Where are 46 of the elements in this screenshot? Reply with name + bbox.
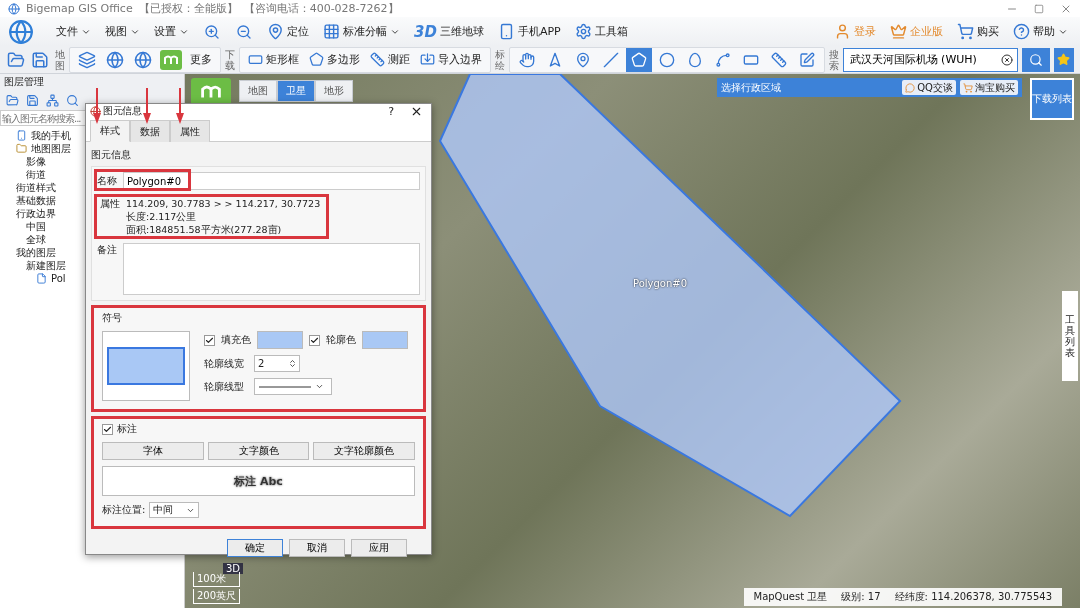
field-label: 轮廓线型: [204, 379, 245, 394]
field-label: 标注位置:: [102, 503, 146, 517]
section-title: 图元信息: [91, 148, 132, 162]
field-label: 属性: [100, 197, 121, 211]
checkbox-label: 填充色: [221, 333, 251, 347]
checkbox-label: 轮廓色: [326, 333, 356, 347]
polygon-label: Polygon#0: [633, 278, 688, 289]
field-label: 名称: [97, 174, 118, 188]
group-title: 标注: [117, 422, 137, 436]
button-label: 标准分幅: [343, 24, 387, 39]
tool-label: 矩形框: [265, 52, 299, 67]
group-label: 地图: [54, 48, 65, 71]
field-label: 备注: [97, 243, 118, 257]
mode-badge: 3D: [223, 563, 244, 574]
status-text: 经纬度: 114.206378, 30.775543: [894, 590, 1052, 604]
button-label: 工具箱: [594, 24, 628, 39]
button-label: 三维地球: [439, 24, 484, 39]
field-label: 轮廓线宽: [204, 356, 245, 371]
group-label: 标绘: [494, 48, 505, 71]
region-label: 选择行政区域: [721, 80, 781, 95]
tool-label: 测距: [387, 52, 410, 67]
dialog-title: 图元信息: [103, 104, 141, 118]
window-title: Bigemap GIS Office: [26, 2, 133, 15]
window-title: 【咨询电话：400-028-7262】: [243, 1, 399, 16]
status-text: MapQuest 卫星: [753, 590, 828, 604]
status-text: 级别: 17: [841, 590, 881, 604]
scale-bar: 100米: [193, 572, 241, 587]
button-label: 手机APP: [517, 24, 561, 39]
group-label: 下载: [224, 48, 235, 71]
tool-label: 导入边界: [437, 52, 482, 67]
button-label: 登录: [854, 24, 876, 39]
attribute-text: 长度:2.117公里: [126, 210, 198, 223]
window-title: 【已授权：全能版】: [138, 1, 238, 16]
button-label: 定位: [287, 24, 309, 39]
attribute-text: 面积:184851.58平方米(277.28亩): [126, 223, 283, 236]
panel-title: 图层管理: [4, 75, 44, 89]
scale-bar: 200英尺: [193, 589, 241, 604]
attribute-text: 114.209, 30.7783 > > 114.217, 30.7723: [126, 197, 321, 210]
group-title: 符号: [102, 311, 123, 325]
button-label: 购买: [977, 24, 999, 39]
group-label: 搜索: [828, 48, 839, 71]
button-label: 帮助: [1033, 24, 1055, 39]
button-label: 企业版: [910, 24, 943, 39]
3d-label: 3D: [414, 22, 437, 41]
label-preview: 标注 Abc: [102, 466, 415, 496]
tool-label: 多边形: [326, 52, 360, 67]
